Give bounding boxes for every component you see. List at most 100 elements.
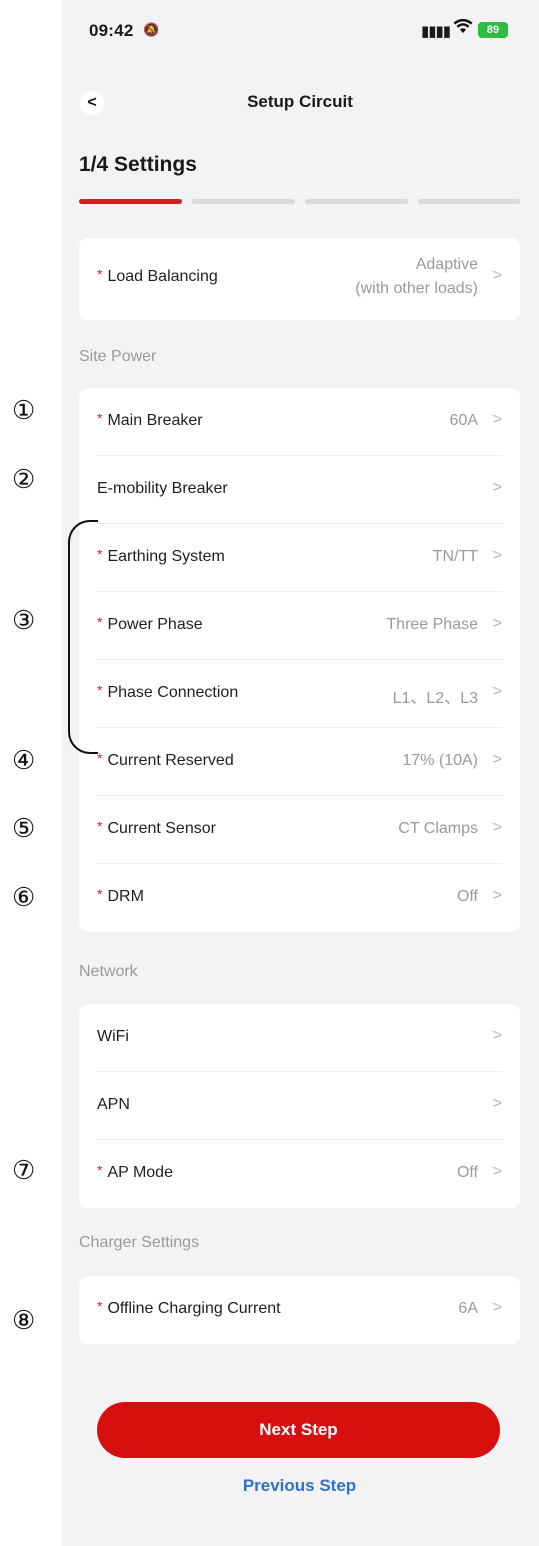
setting-label: * Current Reserved <box>97 750 234 770</box>
required-mark: * <box>97 818 103 834</box>
setting-label: * Power Phase <box>97 614 203 634</box>
setting-value: 60A <box>449 412 478 429</box>
setting-row-wifi[interactable]: WiFi > <box>97 1004 502 1072</box>
required-mark: * <box>97 1298 103 1314</box>
chevron-right-icon: > <box>492 479 502 496</box>
setting-label: APN <box>97 1096 130 1114</box>
setting-label-text: Load Balancing <box>107 268 218 285</box>
setting-value: Off <box>456 888 478 905</box>
annotation-marker-4: ④ <box>12 746 36 776</box>
setting-row-offline-charging-current[interactable]: * Offline Charging Current 6A > <box>97 1276 502 1344</box>
setting-value-line1: Adaptive <box>415 256 478 273</box>
step-title: 1/4 Settings <box>79 153 197 176</box>
wifi-svg <box>453 18 473 33</box>
setting-label: * Load Balancing <box>97 266 218 286</box>
chevron-right-icon: > <box>492 819 502 836</box>
setting-value: 6A <box>458 1300 478 1317</box>
setting-value: Three Phase <box>386 616 478 633</box>
setting-row-ap-mode[interactable]: * AP Mode Off > <box>97 1140 502 1208</box>
setting-row-current-sensor[interactable]: * Current Sensor CT Clamps > <box>97 796 502 864</box>
setting-row-power-phase[interactable]: * Power Phase Three Phase > <box>97 592 502 660</box>
setting-label: * DRM <box>97 886 144 906</box>
setting-row-main-breaker[interactable]: * Main Breaker 60A > <box>97 388 502 456</box>
chevron-right-icon: > <box>492 887 502 904</box>
required-mark: * <box>97 410 103 426</box>
setting-value-line2: (with other loads) <box>355 280 478 297</box>
annotation-marker-2: ② <box>12 465 36 495</box>
setting-label: * Earthing System <box>97 546 225 566</box>
status-bar: 09:42 🔕 ▮▮▮▮ 89 <box>61 0 539 70</box>
annotation-marker-5: ⑤ <box>12 814 36 844</box>
setting-label-text: Current Reserved <box>107 752 234 769</box>
setting-row-current-reserved[interactable]: * Current Reserved 17% (10A) > <box>97 728 502 796</box>
setting-label: E-mobility Breaker <box>97 480 228 498</box>
setting-row-phase-connection[interactable]: * Phase Connection L1、L2、L3 > <box>97 660 502 728</box>
setting-label-text: Main Breaker <box>107 412 203 429</box>
progress-segment-2 <box>192 199 295 204</box>
silent-bell-icon: 🔕 <box>143 22 160 37</box>
setting-label: * Main Breaker <box>97 410 203 430</box>
setting-value: CT Clamps <box>398 820 478 837</box>
progress-segment-4 <box>418 199 520 204</box>
setting-label-text: Earthing System <box>107 548 225 565</box>
setting-label-text: Current Sensor <box>107 820 216 837</box>
setting-row-e-mobility-breaker[interactable]: E-mobility Breaker > <box>97 456 502 524</box>
status-time: 09:42 <box>89 21 134 40</box>
setting-row-drm[interactable]: * DRM Off > <box>97 864 502 932</box>
setting-row-apn[interactable]: APN > <box>97 1072 502 1140</box>
section-label-charger-settings: Charger Settings <box>79 1234 200 1251</box>
group-bracket <box>68 520 98 754</box>
next-step-button[interactable]: Next Step <box>97 1402 500 1458</box>
chevron-right-icon: > <box>492 267 502 284</box>
chevron-right-icon: > <box>492 1095 502 1112</box>
required-mark: * <box>97 266 103 282</box>
setting-row-load-balancing[interactable]: * Load Balancing Adaptive (with other load… <box>97 238 502 318</box>
setting-label-text: APN <box>97 1096 130 1113</box>
setting-row-earthing-system[interactable]: * Earthing System TN/TT > <box>97 524 502 592</box>
chevron-right-icon: > <box>492 615 502 632</box>
cellular-signal-icon: ▮▮▮▮ <box>421 23 451 40</box>
annotation-marker-3: ③ <box>12 606 36 636</box>
required-mark: * <box>97 886 103 902</box>
annotation-marker-8: ⑧ <box>12 1306 36 1336</box>
annotation-marker-7: ⑦ <box>12 1156 36 1186</box>
setting-label-text: E-mobility Breaker <box>97 480 228 497</box>
charger-settings-card: * Offline Charging Current 6A > <box>79 1276 520 1344</box>
site-power-card: * Main Breaker 60A > E-mobility Breaker > * Ear… <box>79 388 520 932</box>
chevron-right-icon: > <box>492 683 502 700</box>
chevron-right-icon: > <box>492 547 502 564</box>
chevron-right-icon: > <box>492 1163 502 1180</box>
nav-bar: < Setup Circuit <box>61 78 539 126</box>
annotation-marker-1: ① <box>12 396 36 426</box>
setting-label-text: Phase Connection <box>107 684 239 701</box>
chevron-right-icon: > <box>492 1027 502 1044</box>
section-label-site-power: Site Power <box>79 348 157 365</box>
previous-step-link[interactable]: Previous Step <box>79 1476 520 1496</box>
setting-value: Adaptive (with other loads) <box>355 253 478 301</box>
setting-label: * Current Sensor <box>97 818 216 838</box>
progress-segment-1 <box>79 199 182 204</box>
battery-icon: 89 <box>478 22 508 38</box>
chevron-right-icon: > <box>492 1299 502 1316</box>
network-card: WiFi > APN > * AP Mode Off > <box>79 1004 520 1208</box>
setting-label: * AP Mode <box>97 1162 173 1182</box>
chevron-right-icon: > <box>492 751 502 768</box>
progress-segment-3 <box>305 199 408 204</box>
setting-value: TN/TT <box>432 548 478 565</box>
setting-label-text: DRM <box>107 888 144 905</box>
setting-label-text: WiFi <box>97 1028 129 1045</box>
step-progress <box>79 199 520 204</box>
load-balancing-card: * Load Balancing Adaptive (with other load… <box>79 238 520 320</box>
wifi-icon <box>453 18 473 39</box>
setting-label: * Phase Connection <box>97 682 239 702</box>
setting-label: * Offline Charging Current <box>97 1298 281 1318</box>
section-label-network: Network <box>79 963 138 980</box>
setting-value: Off <box>456 1164 478 1181</box>
chevron-right-icon: > <box>492 411 502 428</box>
setting-value: L1、L2、L3 <box>392 690 478 707</box>
setting-label-text: Power Phase <box>107 616 203 633</box>
page-title: Setup Circuit <box>247 92 353 111</box>
setting-label-text: AP Mode <box>107 1164 173 1181</box>
required-mark: * <box>97 1162 103 1178</box>
setting-label: WiFi <box>97 1028 129 1046</box>
